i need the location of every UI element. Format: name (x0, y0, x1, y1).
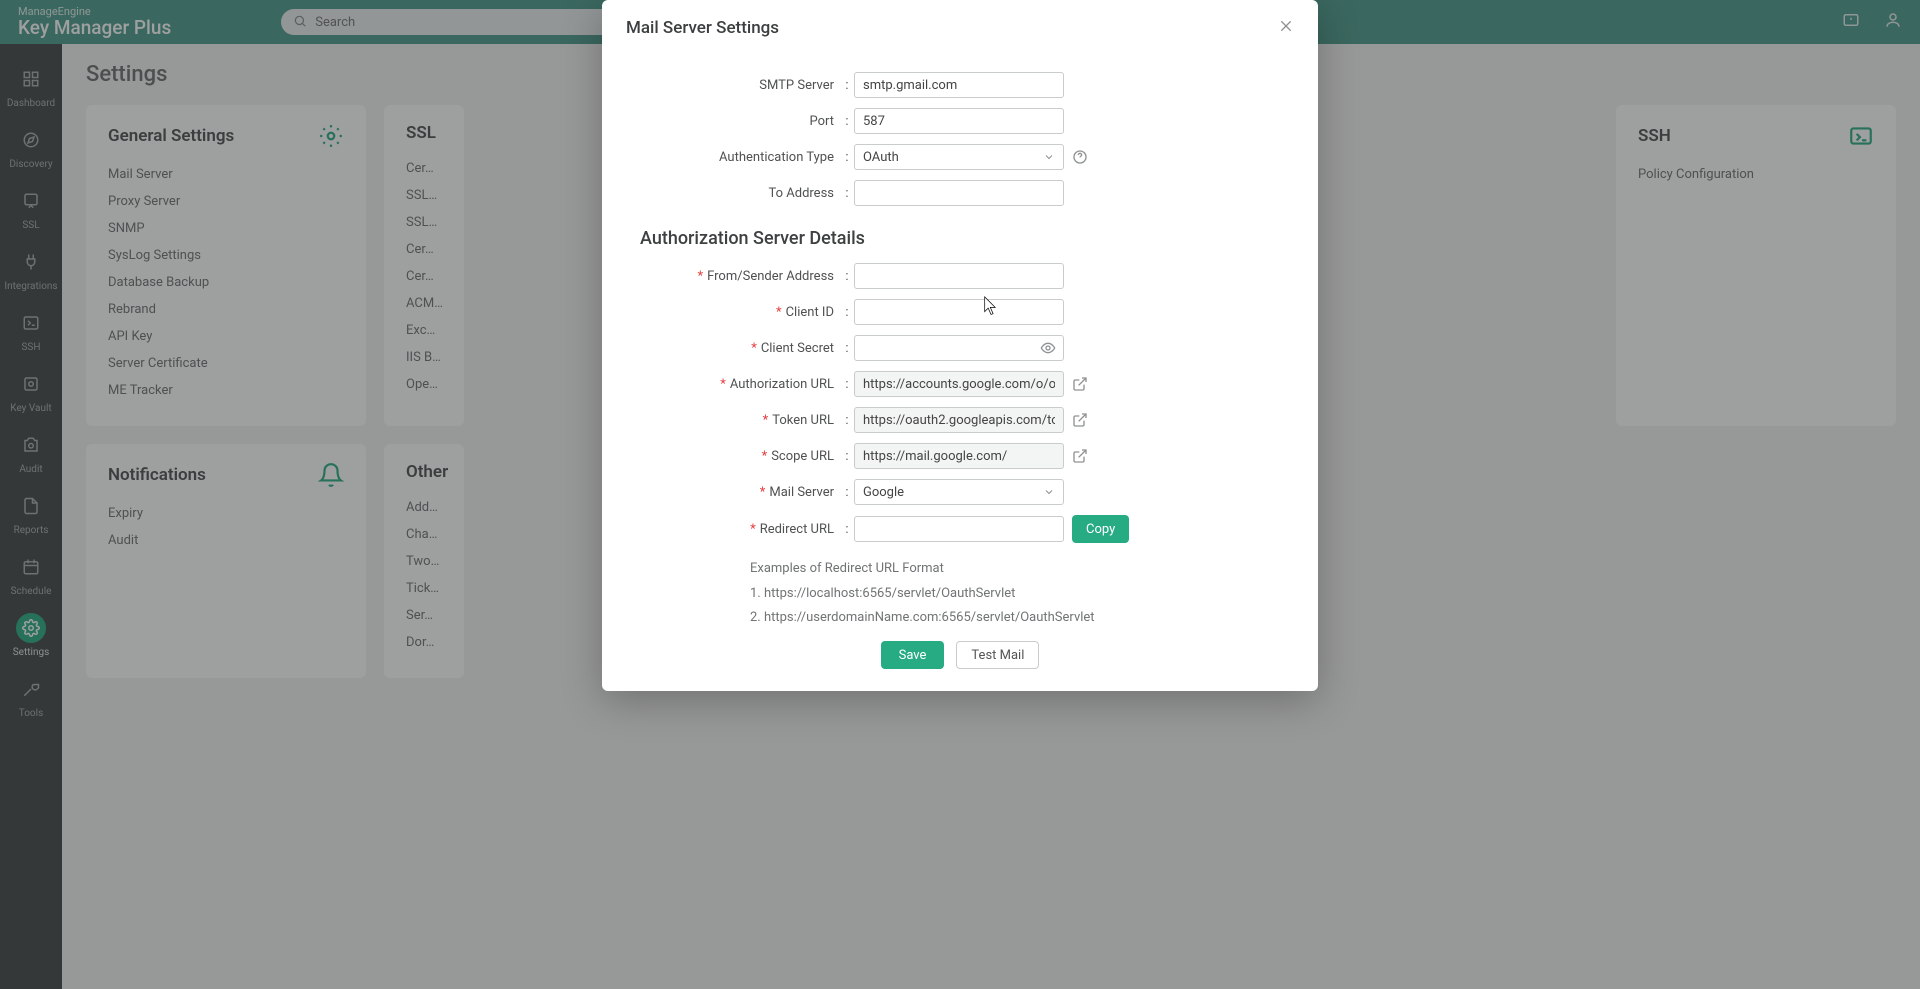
modal-title: Mail Server Settings (626, 18, 779, 38)
save-button[interactable]: Save (881, 641, 945, 669)
help-icon[interactable] (1072, 149, 1088, 165)
copy-button[interactable]: Copy (1072, 515, 1129, 543)
redirect-examples: Examples of Redirect URL Format 1. https… (750, 557, 1286, 631)
eye-icon[interactable] (1040, 340, 1056, 356)
examples-line1: 1. https://localhost:6565/servlet/OauthS… (750, 582, 1286, 607)
chevron-down-icon (1043, 151, 1055, 163)
open-external-icon[interactable] (1072, 412, 1088, 428)
port-input[interactable] (854, 108, 1064, 134)
tokenurl-input[interactable] (854, 407, 1064, 433)
clientsecret-label: *Client Secret (634, 341, 840, 356)
from-label: *From/Sender Address (634, 269, 840, 284)
open-external-icon[interactable] (1072, 448, 1088, 464)
authtype-select[interactable]: OAuth (854, 144, 1064, 170)
close-button[interactable] (1278, 18, 1294, 38)
scopeurl-label: *Scope URL (634, 449, 840, 464)
mailserver-value: Google (863, 485, 904, 500)
mailserver-label: *Mail Server (634, 485, 840, 500)
close-icon (1278, 18, 1294, 34)
authurl-label: *Authorization URL (634, 377, 840, 392)
authurl-input[interactable] (854, 371, 1064, 397)
clientsecret-input[interactable] (854, 335, 1064, 361)
testmail-button[interactable]: Test Mail (956, 641, 1039, 669)
clientid-label: *Client ID (634, 305, 840, 320)
from-input[interactable] (854, 263, 1064, 289)
tokenurl-label: *Token URL (634, 413, 840, 428)
auth-section-heading: Authorization Server Details (640, 228, 1286, 249)
redirecturl-input[interactable] (854, 516, 1064, 542)
examples-heading: Examples of Redirect URL Format (750, 557, 1286, 582)
authtype-value: OAuth (863, 150, 899, 165)
clientid-input[interactable] (854, 299, 1064, 325)
to-input[interactable] (854, 180, 1064, 206)
to-label: To Address (634, 186, 840, 201)
authtype-label: Authentication Type (634, 150, 840, 165)
open-external-icon[interactable] (1072, 376, 1088, 392)
port-label: Port (634, 114, 840, 129)
smtp-label: SMTP Server (634, 78, 840, 93)
mailserver-select[interactable]: Google (854, 479, 1064, 505)
smtp-input[interactable] (854, 72, 1064, 98)
examples-line2: 2. https://userdomainName.com:6565/servl… (750, 606, 1286, 631)
chevron-down-icon (1043, 486, 1055, 498)
modal-body: SMTP Server : Port : Authentication Type… (602, 46, 1318, 691)
scopeurl-input[interactable] (854, 443, 1064, 469)
redirecturl-label: *Redirect URL (634, 522, 840, 537)
mail-server-modal: Mail Server Settings SMTP Server : Port … (602, 0, 1318, 691)
